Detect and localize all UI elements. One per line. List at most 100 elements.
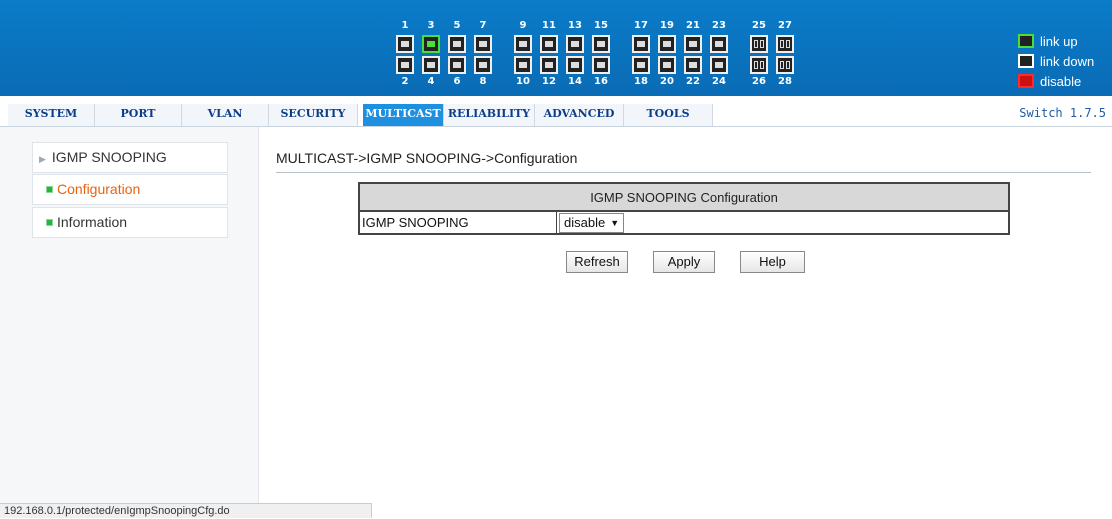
ethernet-port-icon[interactable] [514,56,532,74]
port-label-top: 15 [594,20,608,31]
port-jack [401,62,409,68]
expand-arrow-icon: ▶ [39,154,46,164]
port-label-top: 19 [660,20,674,31]
tab-vlan[interactable]: VLAN [182,104,269,126]
sfp-slot [786,40,790,48]
port-jack [545,62,553,68]
port-label-top: 17 [634,20,648,31]
ethernet-port-icon[interactable] [566,56,584,74]
port-jack [519,62,527,68]
port-label-bottom: 28 [778,76,792,87]
ethernet-port-icon[interactable] [396,56,414,74]
port-label-top: 3 [427,20,435,31]
sidebar-item-label: Configuration [57,181,141,197]
ethernet-port-icon[interactable] [632,35,650,53]
sfp-slot [786,61,790,69]
sidebar: ▶ IGMP SNOOPING Configuration Information [0,127,259,518]
port-jack [427,41,435,47]
port-jack [715,41,723,47]
port-jack [479,62,487,68]
port-label-bottom: 12 [542,76,556,87]
ethernet-port-icon[interactable] [540,35,558,53]
ethernet-port-icon[interactable] [448,56,466,74]
sfp-port-icon[interactable] [750,35,768,53]
disable-icon [1018,74,1034,88]
port-label-bottom: 22 [686,76,700,87]
igmp-snooping-select-value: disable [564,215,606,230]
port-jack [597,62,605,68]
ethernet-port-icon[interactable] [632,56,650,74]
sfp-port-icon[interactable] [776,35,794,53]
help-button[interactable]: Help [740,251,805,273]
tab-advanced[interactable]: ADVANCED [535,104,624,126]
ethernet-port-icon[interactable] [474,56,492,74]
port-label-top: 21 [686,20,700,31]
ethernet-port-icon[interactable] [592,56,610,74]
igmp-snooping-value-cell: disable ▼ [557,211,1010,234]
ethernet-port-icon[interactable] [684,56,702,74]
ethernet-port-icon[interactable] [710,56,728,74]
sfp-slot [760,40,764,48]
legend-link-up: link up [1018,32,1078,50]
dropdown-caret-icon: ▼ [610,217,620,228]
port-jack [689,41,697,47]
port-label-top: 7 [479,20,487,31]
port-jack [545,41,553,47]
table-row: IGMP SNOOPING disable ▼ [359,211,1009,234]
port-label-bottom: 6 [453,76,461,87]
ethernet-port-icon[interactable] [658,35,676,53]
sidebar-item-configuration[interactable]: Configuration [32,174,228,205]
tab-multicast[interactable]: MULTICAST [363,104,444,126]
sfp-port-icon[interactable] [776,56,794,74]
sidebar-group-igmp-snooping[interactable]: ▶ IGMP SNOOPING [32,142,228,173]
sfp-slot [754,40,758,48]
ethernet-port-icon[interactable] [566,35,584,53]
sfp-slot [760,61,764,69]
port-label-top: 23 [712,20,726,31]
port-label-top: 13 [568,20,582,31]
igmp-snooping-select[interactable]: disable ▼ [559,212,625,233]
port-jack [479,41,487,47]
port-jack [663,62,671,68]
tab-reliability[interactable]: RELIABILITY [444,104,535,126]
port-jack [663,41,671,47]
port-label-bottom: 26 [752,76,766,87]
sfp-slot [780,61,784,69]
bullet-icon [46,218,53,226]
ethernet-port-icon[interactable] [422,56,440,74]
sidebar-item-information[interactable]: Information [32,207,228,238]
ethernet-port-icon[interactable] [422,35,440,53]
ethernet-port-icon[interactable] [514,35,532,53]
port-label-bottom: 18 [634,76,648,87]
tab-tools[interactable]: TOOLS [624,104,713,126]
port-label-bottom: 4 [427,76,435,87]
igmp-snooping-label: IGMP SNOOPING [359,211,557,234]
version-label: Switch 1.7.5 [1019,106,1106,120]
refresh-button[interactable]: Refresh [566,251,628,273]
port-jack [571,41,579,47]
legend-link-down-label: link down [1040,53,1095,69]
port-jack [401,41,409,47]
port-panel-banner: 1 2 3 4 5 6 7 8 9 10 11 12 13 14 15 16 17 18 19 20 21 22 23 24 2… [0,0,1112,96]
ethernet-port-icon[interactable] [684,35,702,53]
sidebar-group-label: IGMP SNOOPING [51,149,167,165]
tab-system[interactable]: SYSTEM [8,104,95,126]
ethernet-port-icon[interactable] [710,35,728,53]
legend-link-up-label: link up [1040,33,1078,49]
legend-link-down: link down [1018,52,1094,70]
port-jack [453,41,461,47]
ethernet-port-icon[interactable] [448,35,466,53]
ethernet-port-icon[interactable] [592,35,610,53]
sidebar-item-label: Information [57,214,128,230]
ethernet-port-icon[interactable] [658,56,676,74]
ethernet-port-icon[interactable] [540,56,558,74]
ethernet-port-icon[interactable] [396,35,414,53]
tab-port[interactable]: PORT [95,104,182,126]
sfp-slot [780,40,784,48]
port-label-bottom: 20 [660,76,674,87]
sfp-port-icon[interactable] [750,56,768,74]
status-bar-url: 192.168.0.1/protected/enIgmpSnoopingCfg.… [0,503,372,518]
tab-security[interactable]: SECURITY [269,104,358,126]
ethernet-port-icon[interactable] [474,35,492,53]
apply-button[interactable]: Apply [653,251,715,273]
